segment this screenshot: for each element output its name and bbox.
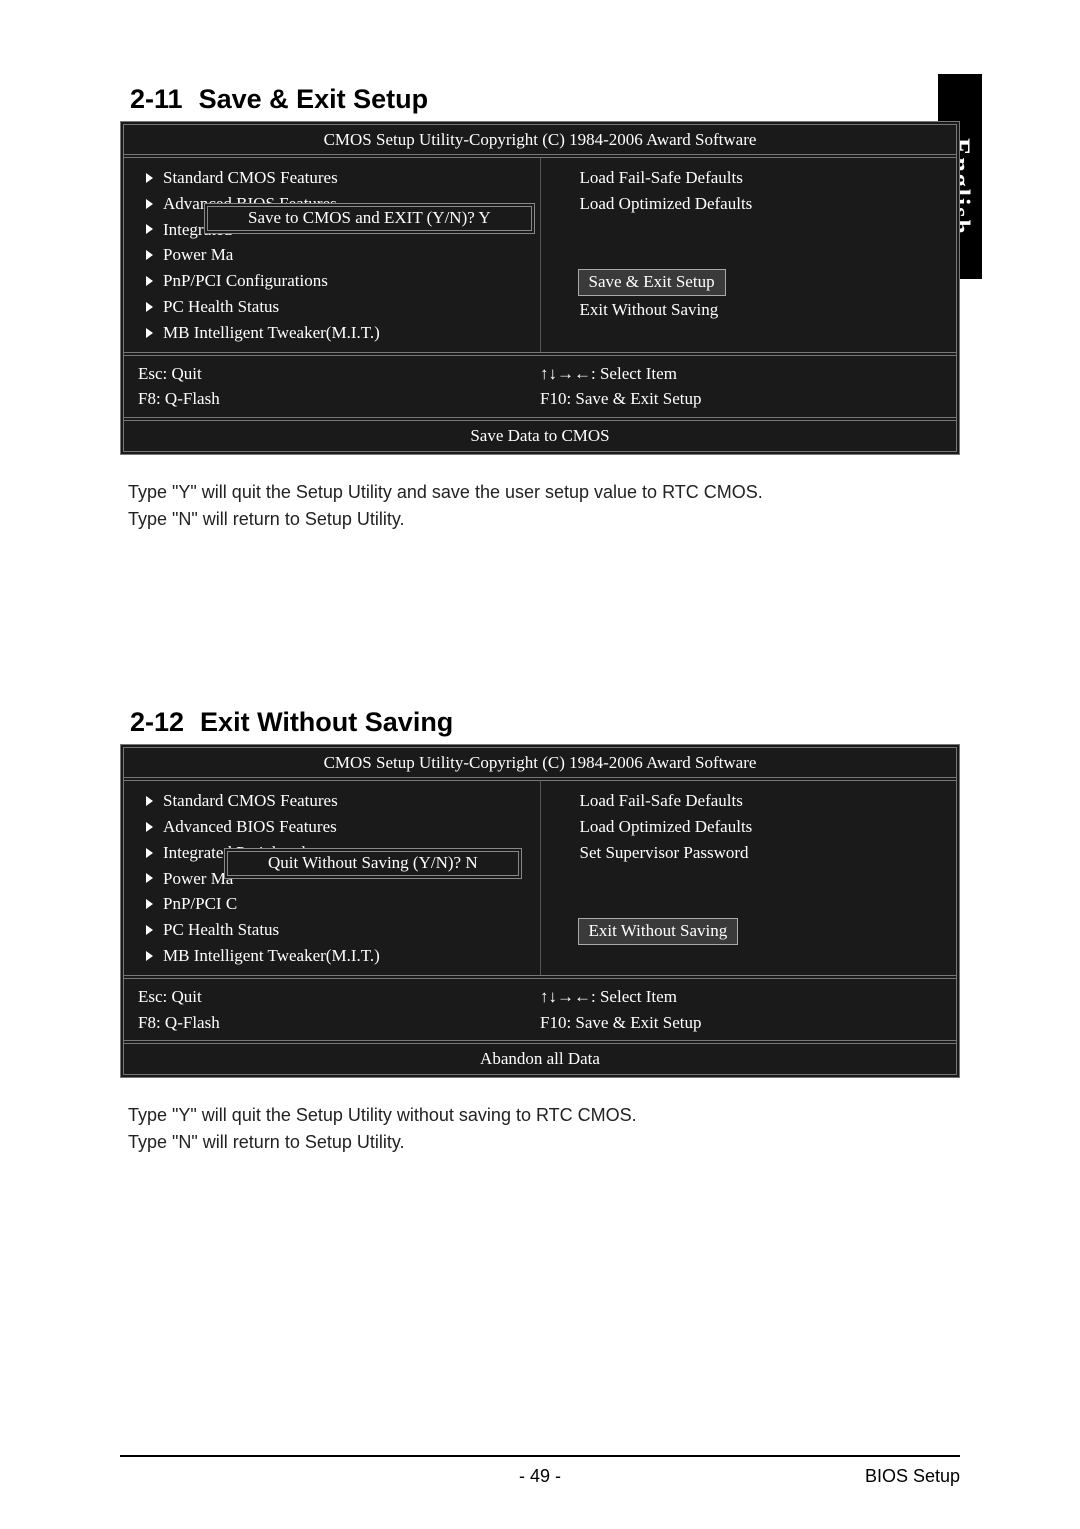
save-confirm-dialog[interactable]: Save to CMOS and EXIT (Y/N)? Y [204,203,535,234]
triangle-icon [146,822,153,832]
menu-item[interactable]: PC Health Status [138,917,526,943]
bios-title-1: CMOS Setup Utility-Copyright (C) 1984-20… [124,125,956,154]
footer-divider [120,1455,960,1457]
bios-footer-1: Esc: Quit F8: Q-Flash ↑↓→←: Select Item … [124,356,956,418]
page-content: 2-11 Save & Exit Setup CMOS Setup Utility… [0,0,1080,1220]
key-esc: Esc: Quit [138,984,540,1010]
menu-item [555,217,943,243]
menu-item[interactable]: Advanced BIOS Features [138,814,526,840]
menu-item[interactable]: Standard CMOS Features [138,165,526,191]
menu-item[interactable]: Load Fail-Safe Defaults [555,788,943,814]
menu-item[interactable]: Standard CMOS Features [138,788,526,814]
triangle-icon [146,848,153,858]
body-text-1b: Type "N" will return to Setup Utility. [120,506,960,533]
triangle-icon [146,925,153,935]
menu-item [555,242,943,268]
menu-item[interactable]: PnP/PCI Configurations [138,268,526,294]
key-f8: F8: Q-Flash [138,1010,540,1036]
bios-box-save-exit: CMOS Setup Utility-Copyright (C) 1984-20… [120,121,960,455]
key-arrows: ↑↓→←: Select Item [540,984,942,1010]
section-title-1: Save & Exit Setup [199,84,429,114]
key-arrows: ↑↓→←: Select Item [540,361,942,387]
section-heading-2: 2-12 Exit Without Saving [120,707,960,738]
body-text-2a: Type "Y" will quit the Setup Utility wit… [120,1102,960,1129]
dialog-text: Save to CMOS and EXIT (Y/N)? Y [248,208,491,227]
triangle-icon [146,873,153,883]
bios-right-col-1: Load Fail-Safe Defaults Load Optimized D… [541,158,957,352]
section-number-1: 2-11 [130,84,183,114]
menu-item-highlighted[interactable]: Exit Without Saving [555,917,943,946]
dialog-text: Quit Without Saving (Y/N)? N [268,853,478,872]
bios-title-2: CMOS Setup Utility-Copyright (C) 1984-20… [124,748,956,777]
triangle-icon [146,796,153,806]
triangle-icon [146,328,153,338]
triangle-icon [146,173,153,183]
triangle-icon [146,224,153,234]
bios-hint-1: Save Data to CMOS [124,421,956,451]
triangle-icon [146,276,153,286]
menu-item[interactable]: Set Supervisor Password [555,840,943,866]
body-text-1a: Type "Y" will quit the Setup Utility and… [120,479,960,506]
bios-hint-2: Abandon all Data [124,1044,956,1074]
section-title-2: Exit Without Saving [200,707,453,737]
key-f10: F10: Save & Exit Setup [540,1010,942,1036]
menu-item[interactable]: Exit Without Saving [555,297,943,323]
triangle-icon [146,899,153,909]
triangle-icon [146,951,153,961]
key-f8: F8: Q-Flash [138,386,540,412]
body-text-2b: Type "N" will return to Setup Utility. [120,1129,960,1156]
menu-item[interactable]: Power Ma [138,242,526,268]
bios-footer-2: Esc: Quit F8: Q-Flash ↑↓→←: Select Item … [124,979,956,1041]
menu-item[interactable]: MB Intelligent Tweaker(M.I.T.) [138,943,526,969]
page-footer: - 49 - BIOS Setup [120,1466,960,1487]
key-f10: F10: Save & Exit Setup [540,386,942,412]
menu-item [555,866,943,892]
key-esc: Esc: Quit [138,361,540,387]
menu-item[interactable]: PC Health Status [138,294,526,320]
menu-item-highlighted[interactable]: Save & Exit Setup [555,268,943,297]
bios-box-exit-no-save: CMOS Setup Utility-Copyright (C) 1984-20… [120,744,960,1078]
menu-item[interactable]: MB Intelligent Tweaker(M.I.T.) [138,320,526,346]
menu-item [555,891,943,917]
triangle-icon [146,302,153,312]
bios-right-col-2: Load Fail-Safe Defaults Load Optimized D… [541,781,957,975]
section-number-2: 2-12 [130,707,184,737]
section-heading-1: 2-11 Save & Exit Setup [120,84,960,115]
bios-left-col-1: Standard CMOS Features Advanced BIOS Fea… [124,158,541,352]
menu-item[interactable]: Load Fail-Safe Defaults [555,165,943,191]
triangle-icon [146,250,153,260]
menu-item[interactable]: PnP/PCI C [138,891,526,917]
menu-item[interactable]: Load Optimized Defaults [555,814,943,840]
menu-item[interactable]: Load Optimized Defaults [555,191,943,217]
page-number: - 49 - [120,1466,960,1487]
quit-confirm-dialog[interactable]: Quit Without Saving (Y/N)? N [224,848,522,879]
triangle-icon [146,199,153,209]
